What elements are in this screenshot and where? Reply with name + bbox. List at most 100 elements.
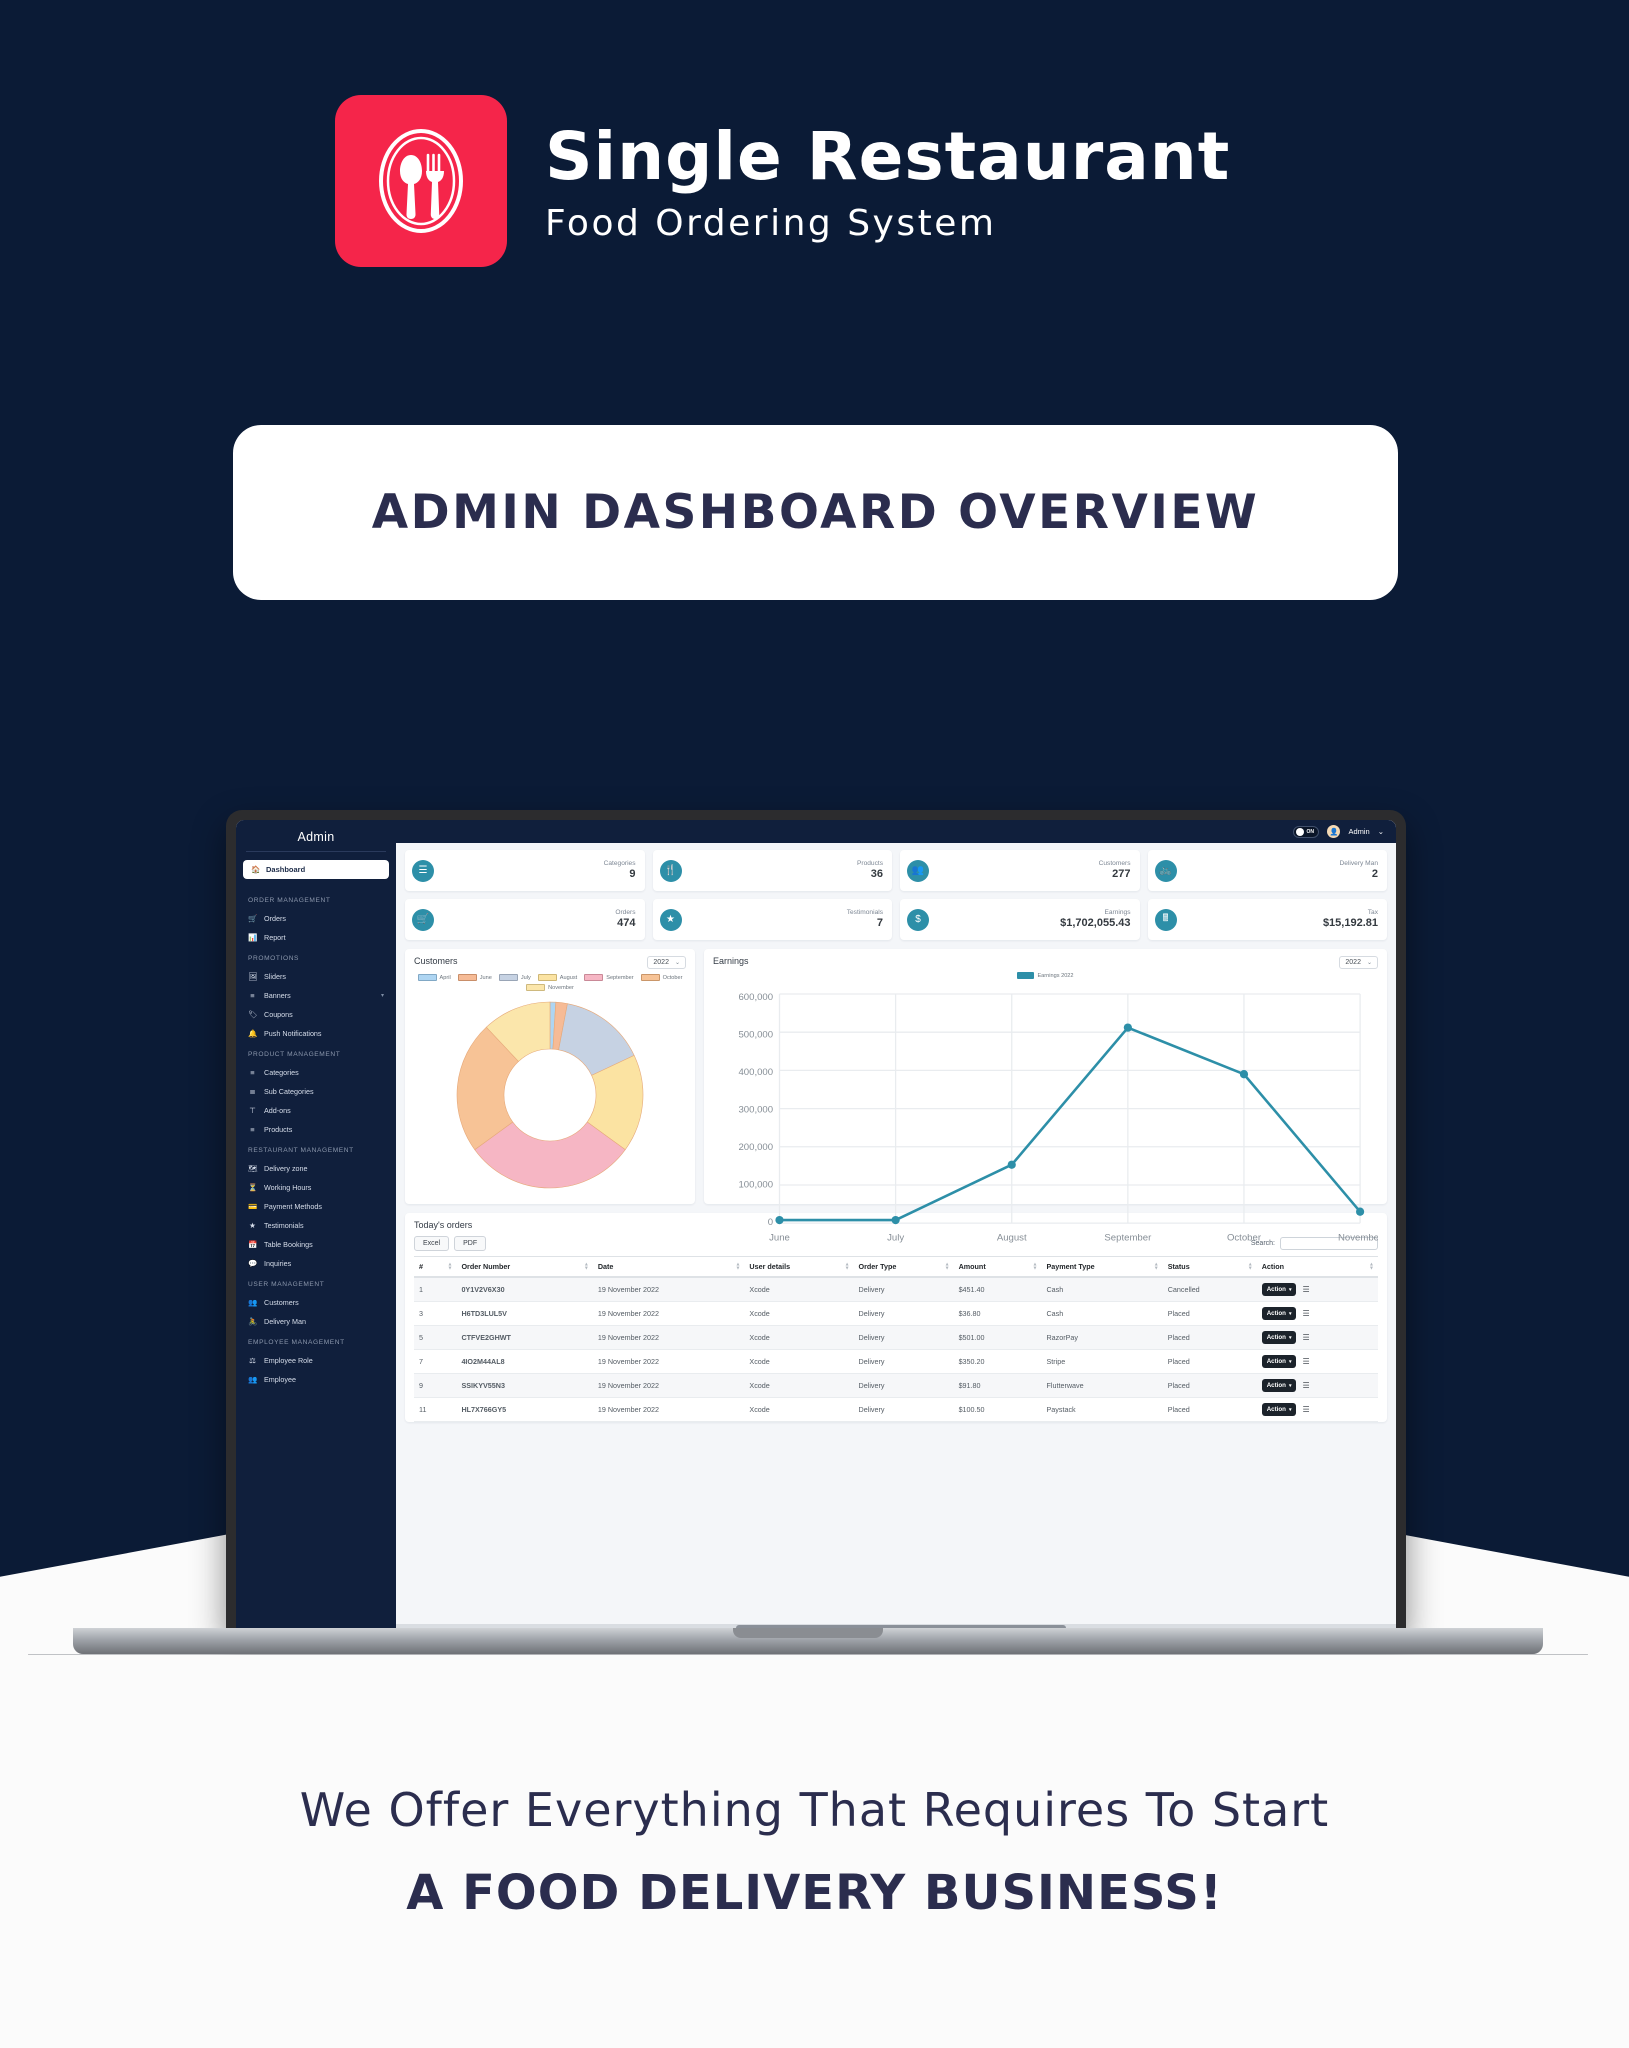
sidebar-item-customers[interactable]: 👥 Customers: [236, 1293, 396, 1312]
charts-row: Customers 2022 ⌄ April June July August Sept…: [405, 949, 1387, 1244]
sidebar-item-employee[interactable]: 👥 Employee: [236, 1370, 396, 1389]
payment-type: Cash: [1041, 1301, 1163, 1326]
details-list-icon[interactable]: ☰: [1302, 1405, 1309, 1414]
sidebar-item-orders[interactable]: 🛒 Orders: [236, 909, 396, 928]
legend-swatch: [417, 974, 437, 981]
sidebar-item-label: Dashboard: [266, 865, 306, 874]
table-column-header[interactable]: Order Type ▲ ▼: [853, 1256, 954, 1278]
sidebar-item-products[interactable]: ≡ Products: [236, 1120, 396, 1139]
sidebar-group-user-management: USER MANAGEMENT: [248, 1281, 325, 1288]
sidebar-item-banners[interactable]: ≡ Banners ▾: [236, 986, 396, 1005]
stat-cards-row-2: 🛒 Orders 474 ★ Testimonials 7 $ Earnings…: [405, 899, 1387, 940]
stat-card-customers[interactable]: 👥 Customers 277: [900, 850, 1140, 891]
sidebar-item-payment-methods[interactable]: 💳 Payment Methods: [236, 1197, 396, 1216]
stat-card-products[interactable]: 🍴 Products 36: [652, 850, 892, 891]
table-row[interactable]: 9 SSIKYV55N3 19 November 2022 Xcode Delivery…: [414, 1373, 1378, 1398]
action-dropdown-button[interactable]: Action ▾: [1261, 1403, 1297, 1416]
chart-title: Earnings: [713, 956, 749, 966]
products-icon: ≡: [250, 1124, 255, 1134]
action-dropdown-button[interactable]: Action ▾: [1261, 1307, 1297, 1320]
sidebar-item-report[interactable]: 📊 Report: [236, 928, 396, 947]
sidebar-item-delivery-man[interactable]: 🚴 Delivery Man: [236, 1312, 396, 1331]
earnings-year-select[interactable]: 2022 ⌄: [1339, 956, 1378, 969]
order-type: Delivery: [853, 1397, 954, 1422]
sidebar-item-testimonials[interactable]: ★ Testimonials: [236, 1216, 396, 1235]
table-row[interactable]: 7 4IO2M44AL8 19 November 2022 Xcode Delivery…: [414, 1349, 1378, 1374]
table-row[interactable]: 11 HL7X766GY5 19 November 2022 Xcode Deliver…: [414, 1397, 1378, 1422]
legend-swatch: [537, 974, 557, 981]
export-excel-button[interactable]: Excel: [414, 1236, 450, 1251]
cutlery-icon: 🍴: [659, 859, 682, 882]
sidebar-item-working-hours[interactable]: ⏳ Working Hours: [236, 1178, 396, 1197]
table-header-row: # ▲ ▼ Order Number ▲ ▼ Date ▲ ▼ User details ▲ ▼ Ord…: [414, 1256, 1378, 1278]
legend-swatch: [526, 984, 546, 991]
user-details: Xcode: [744, 1349, 854, 1374]
mode-toggle[interactable]: ON: [1293, 825, 1320, 838]
y-axis-tick-label: 500,000: [738, 1030, 773, 1041]
details-list-icon[interactable]: ☰: [1302, 1357, 1309, 1366]
legend-item[interactable]: June: [457, 974, 492, 981]
table-column-header[interactable]: User details ▲ ▼: [744, 1256, 854, 1278]
legend-item[interactable]: July: [498, 974, 531, 981]
legend-item[interactable]: August: [537, 974, 577, 981]
details-list-icon[interactable]: ☰: [1302, 1285, 1309, 1294]
stat-value: $1,702,055.43: [1060, 916, 1131, 929]
details-list-icon[interactable]: ☰: [1302, 1333, 1309, 1342]
sidebar-group-restaurant-management: RESTAURANT MANAGEMENT: [248, 1147, 354, 1154]
sidebar-item-sub-categories[interactable]: ≣ Sub Categories: [236, 1082, 396, 1101]
sidebar-item-coupons[interactable]: 🏷 Coupons: [236, 1005, 396, 1024]
legend-item[interactable]: September: [584, 974, 634, 981]
table-column-header[interactable]: # ▲ ▼: [414, 1256, 457, 1278]
stat-card-orders[interactable]: 🛒 Orders 474: [405, 899, 645, 940]
action-dropdown-button[interactable]: Action ▾: [1261, 1331, 1297, 1344]
table-column-header[interactable]: Action ▲ ▼: [1256, 1256, 1378, 1278]
avatar[interactable]: 👤: [1327, 825, 1341, 838]
chart-icon: 📊: [248, 932, 258, 942]
stat-card-tax[interactable]: 🖩 Tax $15,192.81: [1147, 899, 1387, 940]
order-date: 19 November 2022: [592, 1373, 745, 1398]
action-dropdown-button[interactable]: Action ▾: [1261, 1355, 1297, 1368]
legend-item[interactable]: April: [417, 974, 451, 981]
export-pdf-button[interactable]: PDF: [454, 1236, 487, 1251]
calendar-icon: 📅: [248, 1239, 258, 1249]
x-axis-tick-label: July: [887, 1233, 904, 1244]
stat-card-earnings[interactable]: $ Earnings $1,702,055.43: [900, 899, 1140, 940]
hero-section: Single Restaurant Food Ordering System A…: [0, 0, 1629, 1666]
stat-card-categories[interactable]: ☰ Categories 9: [405, 850, 645, 891]
order-type: Delivery: [853, 1325, 954, 1350]
user-menu-label[interactable]: Admin: [1348, 827, 1369, 836]
sidebar-item-dashboard[interactable]: 🏠 Dashboard: [243, 860, 389, 879]
details-list-icon[interactable]: ☰: [1302, 1309, 1309, 1318]
action-dropdown-button[interactable]: Action ▾: [1261, 1283, 1297, 1296]
table-column-header[interactable]: Date ▲ ▼: [592, 1256, 745, 1278]
legend-item[interactable]: October: [640, 974, 683, 981]
laptop-base: [73, 1628, 1543, 1654]
sidebar-item-inquiries[interactable]: 💬 Inquiries: [236, 1254, 396, 1273]
table-column-header[interactable]: Order Number ▲ ▼: [456, 1256, 593, 1278]
legend-item[interactable]: November: [526, 984, 574, 991]
sidebar-item-sliders[interactable]: 🖼 Sliders: [236, 967, 396, 986]
row-actions: Action ▾ ☰: [1256, 1349, 1378, 1374]
details-list-icon[interactable]: ☰: [1302, 1381, 1309, 1390]
table-column-header[interactable]: Amount ▲ ▼: [953, 1256, 1042, 1278]
sort-icon: ▲ ▼: [1247, 1261, 1253, 1272]
stat-card-delivery-man[interactable]: 🚲 Delivery Man 2: [1147, 850, 1387, 891]
sort-icon: ▲ ▼: [844, 1261, 850, 1272]
table-column-header[interactable]: Status ▲ ▼: [1162, 1256, 1257, 1278]
users-icon: 👥: [907, 859, 929, 882]
order-amount: $100.50: [953, 1397, 1042, 1422]
table-column-header[interactable]: Payment Type ▲ ▼: [1041, 1256, 1163, 1278]
row-actions: Action ▾ ☰: [1256, 1277, 1378, 1302]
sidebar-item-categories[interactable]: ≡ Categories: [236, 1063, 396, 1082]
sidebar-item-add-ons[interactable]: ⊤ Add-ons: [236, 1101, 396, 1120]
sidebar-item-push-notifications[interactable]: 🔔 Push Notifications: [236, 1024, 396, 1043]
sidebar-item-delivery-zone[interactable]: 🗺 Delivery zone: [236, 1159, 396, 1178]
sidebar-item-table-bookings[interactable]: 📅 Table Bookings: [236, 1235, 396, 1254]
stat-card-testimonials[interactable]: ★ Testimonials 7: [652, 899, 892, 940]
sidebar-item-employee-role[interactable]: ⚖ Employee Role: [236, 1351, 396, 1370]
table-row[interactable]: 5 CTFVE2GHWT 19 November 2022 Xcode Delivery…: [414, 1325, 1378, 1350]
table-row[interactable]: 3 H6TD3LUL5V 19 November 2022 Xcode Delivery…: [414, 1301, 1378, 1326]
action-dropdown-button[interactable]: Action ▾: [1261, 1379, 1297, 1392]
customers-year-select[interactable]: 2022 ⌄: [647, 956, 686, 969]
table-row[interactable]: 1 0Y1V2V6X30 19 November 2022 Xcode Delivery…: [414, 1277, 1378, 1302]
